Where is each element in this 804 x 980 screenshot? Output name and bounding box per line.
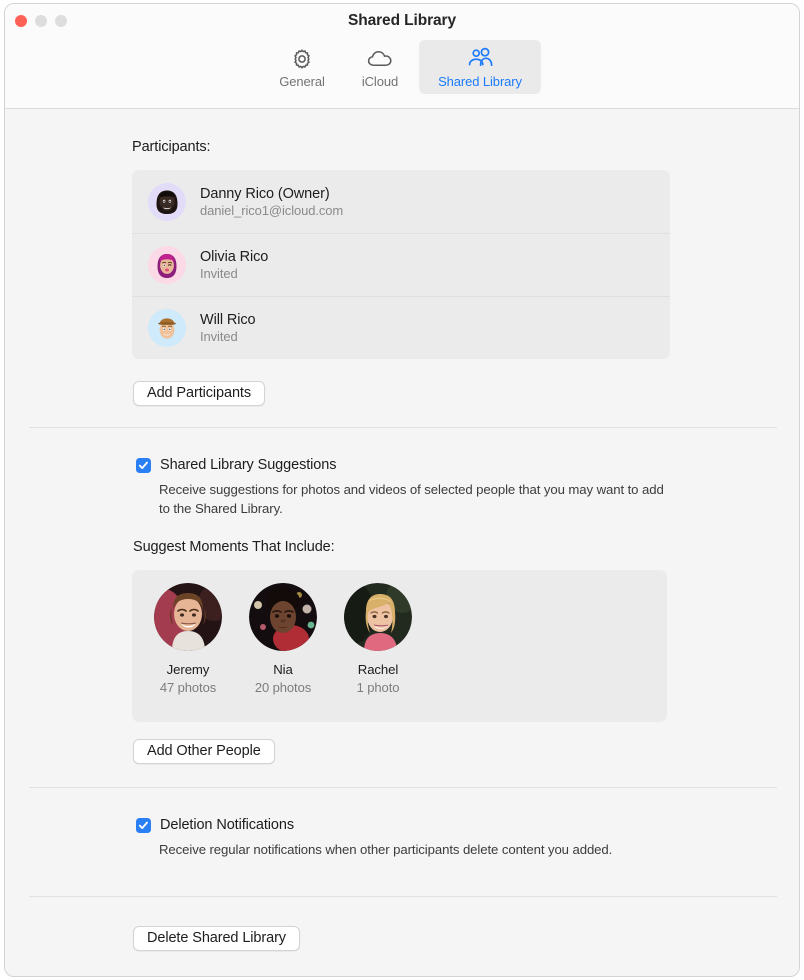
tab-general[interactable]: General [263, 40, 341, 94]
section-divider-3 [29, 896, 777, 897]
list-item[interactable]: Rachel 1 photo [338, 583, 418, 695]
shared-library-suggestions-label: Shared Library Suggestions [160, 457, 337, 473]
checkmark-icon [138, 821, 148, 829]
page-title: Shared Library [347, 12, 456, 29]
suggest-moments-heading: Suggest Moments That Include: [133, 539, 335, 555]
person-photo-count: 20 photos [254, 680, 312, 695]
participant-name: Olivia Rico [200, 249, 269, 265]
avatar [148, 309, 186, 347]
shared-library-suggestions-checkbox[interactable] [136, 458, 151, 473]
person-photo-count: 47 photos [159, 680, 217, 695]
person-name: Jeremy [166, 662, 210, 677]
participant-name: Danny Rico (Owner) [200, 185, 330, 202]
person-name: Rachel [357, 662, 399, 677]
add-other-people-button[interactable]: Add Other People [133, 739, 275, 764]
participant-text: Will Rico Invited [200, 312, 256, 344]
suggested-people-panel: Jeremy 47 photos Nia 20 photos Rachel 1 … [132, 570, 667, 722]
person-photo [154, 583, 222, 651]
list-item[interactable]: Jeremy 47 photos [148, 583, 228, 695]
person-photo [249, 583, 317, 651]
tab-icloud[interactable]: iCloud [341, 40, 419, 94]
participants-list: Danny Rico (Owner) daniel_rico1@icloud.c… [132, 170, 670, 359]
cloud-icon [367, 46, 393, 72]
person-name: Nia [273, 662, 293, 677]
tab-shared-library[interactable]: Shared Library [419, 40, 541, 94]
table-row[interactable]: Danny Rico (Owner) daniel_rico1@icloud.c… [132, 170, 670, 233]
gear-icon [290, 46, 314, 72]
tab-icloud-label: iCloud [361, 74, 399, 89]
deletion-notifications-checkbox[interactable] [136, 818, 151, 833]
shared-library-suggestions-description: Receive suggestions for photos and video… [159, 482, 664, 516]
tab-general-label: General [279, 74, 325, 89]
people-icon [465, 46, 495, 72]
person-photo [344, 583, 412, 651]
checkmark-icon [138, 461, 148, 469]
preferences-content: Participants: Danny Rico (Owner) daniel_… [5, 109, 799, 976]
window-titlebar: Shared Library General iCloud Shared Lib… [5, 4, 799, 108]
participant-text: Olivia Rico Invited [200, 249, 268, 281]
add-participants-button[interactable]: Add Participants [133, 381, 265, 406]
preferences-window: Shared Library General iCloud Shared Lib… [4, 3, 800, 977]
suggested-people-list: Jeremy 47 photos Nia 20 photos Rachel 1 … [148, 583, 418, 695]
participant-text: Danny Rico (Owner) daniel_rico1@icloud.c… [200, 186, 343, 218]
participant-status: Invited [200, 329, 238, 344]
participant-name: Will Rico [200, 312, 256, 328]
delete-shared-library-button[interactable]: Delete Shared Library [133, 926, 300, 951]
table-row[interactable]: Olivia Rico Invited [132, 233, 670, 296]
list-item[interactable]: Nia 20 photos [243, 583, 323, 695]
participant-status: Invited [200, 266, 238, 281]
section-divider-1 [29, 427, 777, 428]
participant-status: daniel_rico1@icloud.com [200, 202, 344, 218]
section-divider-2 [29, 787, 777, 788]
person-photo-count: 1 photo [356, 680, 400, 695]
deletion-notifications-label: Deletion Notifications [160, 817, 295, 833]
preferences-toolbar: General iCloud Shared Library [5, 40, 799, 94]
deletion-notifications-description: Receive regular notifications when other… [159, 842, 613, 857]
table-row[interactable]: Will Rico Invited [132, 296, 670, 359]
avatar [148, 182, 186, 221]
avatar [148, 246, 186, 284]
tab-shared-library-label: Shared Library [438, 74, 522, 89]
participants-heading: Participants: [132, 139, 211, 155]
